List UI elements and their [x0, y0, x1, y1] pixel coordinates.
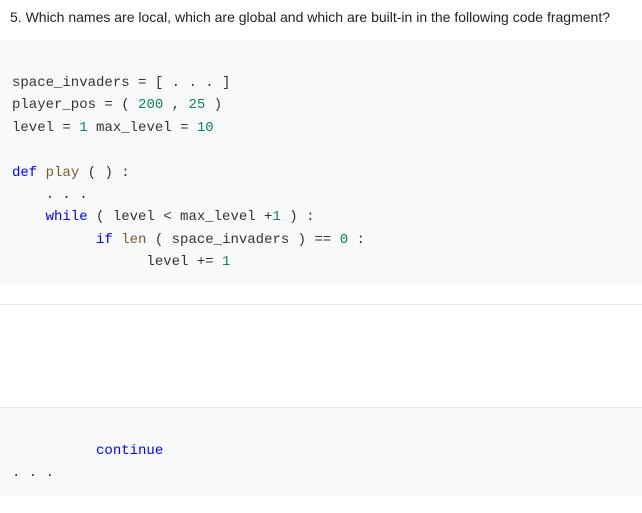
- code-line-6: . . .: [12, 187, 88, 203]
- code-line-2: player_pos = ( 200 , 25 ): [12, 97, 222, 113]
- question-prompt: 5. Which names are local, which are glob…: [10, 9, 610, 25]
- code-fragment-bottom: continue . . .: [0, 407, 642, 495]
- code-line-b2: . . .: [12, 465, 54, 481]
- divider: [0, 304, 642, 305]
- question-text: 5. Which names are local, which are glob…: [0, 0, 642, 40]
- code-line-7: while ( level < max_level +1 ) :: [12, 209, 314, 225]
- code-line-5: def play ( ) :: [12, 165, 130, 181]
- code-line-b1: continue: [12, 443, 163, 459]
- code-line-9: level += 1: [12, 254, 230, 270]
- code-line-3: level = 1 max_level = 10: [12, 120, 214, 136]
- code-line-8: if len ( space_invaders ) == 0 :: [12, 232, 365, 248]
- code-line-1: space_invaders = [ . . . ]: [12, 75, 230, 91]
- code-fragment-top: space_invaders = [ . . . ] player_pos = …: [0, 40, 642, 284]
